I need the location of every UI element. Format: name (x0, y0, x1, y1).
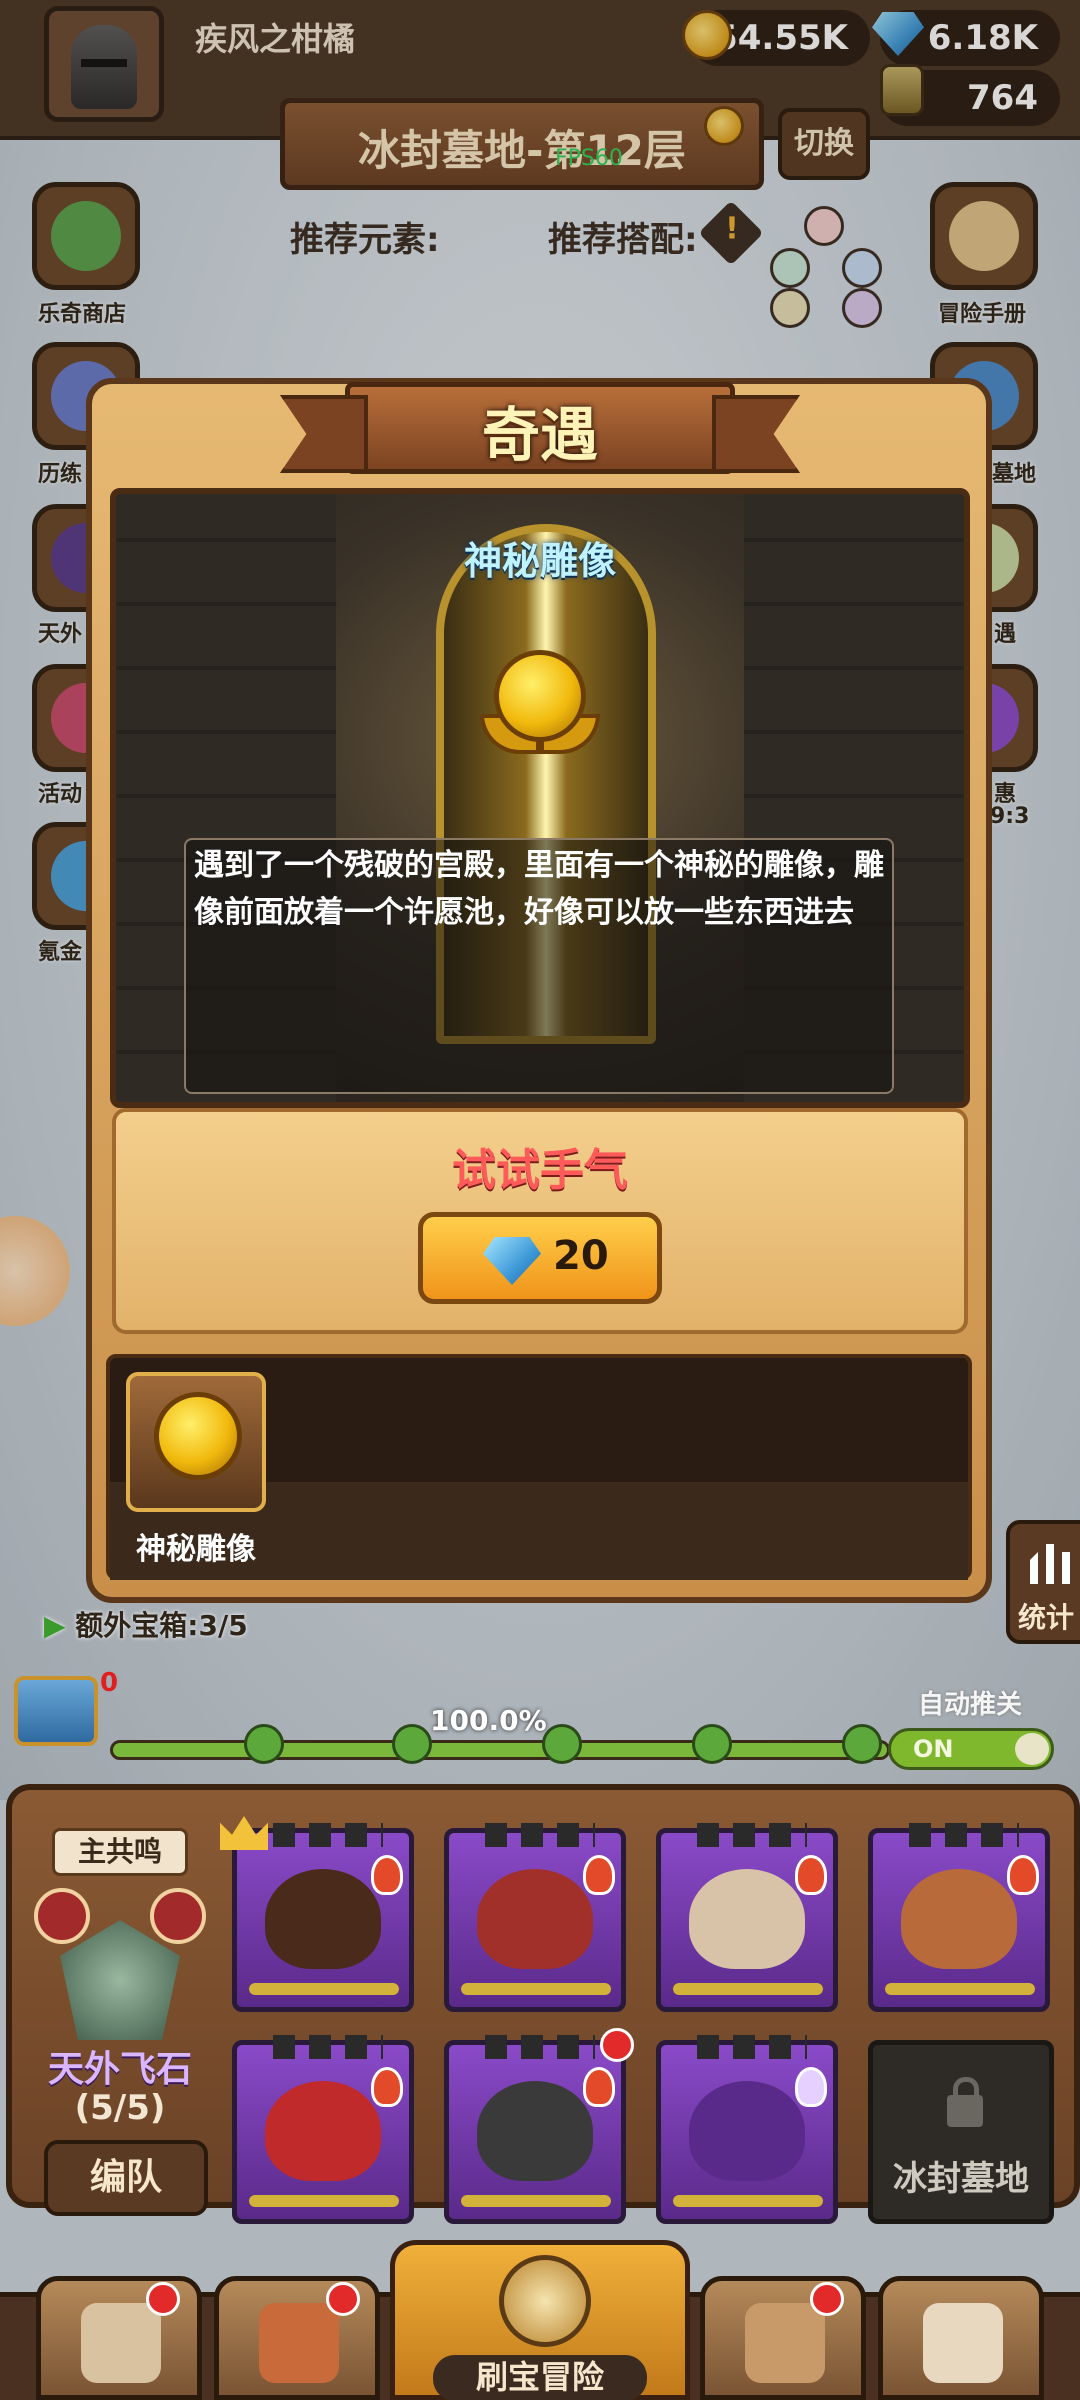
hero-card[interactable] (444, 2035, 626, 2224)
star-rank-icon (273, 2035, 383, 2059)
key-checkpoint-icon (244, 1724, 284, 1764)
hero-portrait (265, 1869, 381, 1969)
compass-icon (499, 2255, 591, 2347)
try-luck-title: 试试手气 (452, 1145, 628, 1196)
shop-icon (81, 2303, 161, 2383)
nav-adventure-label: 刷宝冒险 (433, 2355, 647, 2400)
star-rank-icon (697, 1823, 807, 1847)
hero-face-icon (259, 2303, 339, 2383)
notification-dot (810, 2282, 844, 2316)
key-checkpoint-icon (392, 1724, 432, 1764)
hammer-icon (923, 2303, 1003, 2383)
fire-element-badge (583, 2067, 615, 2107)
statue-orb (494, 650, 586, 742)
team-name: 天外飞石 (47, 2049, 192, 2090)
hero-exp-bar (461, 2195, 611, 2207)
item-name: 神秘雕像 (136, 1532, 256, 1567)
star-rank-icon (909, 1823, 1019, 1847)
hero-portrait (901, 1869, 1017, 1969)
toggle-state: ON (913, 1735, 954, 1763)
play-triangle-icon: ▶ (44, 1609, 66, 1642)
team-count: (5/5) (74, 2088, 166, 2128)
notification-dot (600, 2028, 634, 2062)
hero-card[interactable] (232, 2035, 414, 2224)
hero-exp-bar (249, 1983, 399, 1995)
lock-icon (947, 2077, 983, 2127)
bar-chart-icon (1030, 1544, 1070, 1584)
locked-hero-slot[interactable]: 冰封墓地 (868, 2040, 1054, 2224)
hero-card[interactable] (656, 1823, 838, 2012)
gem-cost-icon (483, 1237, 541, 1285)
locked-slot-label: 冰封墓地 (893, 2159, 1029, 2199)
scene-title: 神秘雕像 (463, 539, 616, 583)
key-checkpoint-icon (542, 1724, 582, 1764)
hero-card[interactable] (868, 1823, 1050, 2012)
fire-element-badge (371, 2067, 403, 2107)
stage-progress-bar (110, 1740, 890, 1760)
chest-count-badge: 0 (100, 1668, 119, 1698)
hero-exp-bar (673, 1983, 823, 1995)
hero-card[interactable] (232, 1823, 414, 2012)
main-resonance-label: 主共鸣 (52, 1828, 188, 1876)
mysterious-statue-icon (480, 644, 600, 764)
resonance-icon-left[interactable] (34, 1888, 90, 1944)
star-rank-icon (273, 1823, 383, 1847)
hero-exp-bar (673, 2195, 823, 2207)
statue-item-icon (154, 1392, 242, 1480)
dialog-title: 奇遇 (481, 401, 598, 469)
hero-exp-bar (461, 1983, 611, 1995)
moon-element-badge (795, 2067, 827, 2107)
resonance-icon-right[interactable] (150, 1888, 206, 1944)
fire-element-badge (371, 1855, 403, 1895)
key-checkpoint-icon (692, 1724, 732, 1764)
gem-cost-value: 20 (553, 1233, 609, 1279)
star-rank-icon (697, 2035, 807, 2059)
statistics-label: 统计 (1017, 1601, 1074, 1634)
try-luck-button[interactable]: 20 (418, 1212, 662, 1304)
auto-push-toggle[interactable]: ON (888, 1728, 1054, 1770)
star-rank-icon (485, 1823, 595, 1847)
description-text: 遇到了一个残破的宫殿，里面有一个神秘的雕像，雕像前面放着一个许愿池，好像可以放一… (194, 848, 884, 930)
extra-chest-progress: ▶ 额外宝箱:3/5 (44, 1604, 248, 1644)
stage-progress-text: 100.0% (430, 1704, 547, 1737)
hero-card[interactable] (444, 1823, 626, 2012)
nav-adventure-button[interactable]: 刷宝冒险 (390, 2240, 690, 2400)
statistics-button[interactable]: 统计 (1006, 1520, 1080, 1644)
key-checkpoint-icon (842, 1724, 882, 1764)
fire-element-badge (795, 1855, 827, 1895)
hero-portrait (477, 1869, 593, 1969)
hero-portrait (689, 2081, 805, 2181)
hero-portrait (689, 1869, 805, 1969)
auto-push-label: 自动推关 (918, 1690, 1023, 1720)
hero-card[interactable] (656, 2035, 838, 2224)
hero-portrait (265, 2081, 381, 2181)
hero-exp-bar (885, 1983, 1035, 1995)
formation-button[interactable]: 编队 (44, 2140, 208, 2216)
notification-dot (326, 2282, 360, 2316)
star-rank-icon (485, 2035, 595, 2059)
nav-forge-button[interactable] (878, 2276, 1044, 2400)
extra-chest-text: 额外宝箱:3/5 (75, 1609, 248, 1642)
treasure-chest-icon[interactable] (14, 1676, 98, 1746)
hero-exp-bar (249, 2195, 399, 2207)
hero-portrait (477, 2081, 593, 2181)
mysterious-statue-item[interactable] (126, 1372, 266, 1512)
fire-element-badge (583, 1855, 615, 1895)
backpack-icon (745, 2303, 825, 2383)
toggle-knob (1015, 1733, 1049, 1765)
fire-element-badge (1007, 1855, 1039, 1895)
stage-progress-fill (113, 1743, 887, 1757)
notification-dot (146, 2282, 180, 2316)
